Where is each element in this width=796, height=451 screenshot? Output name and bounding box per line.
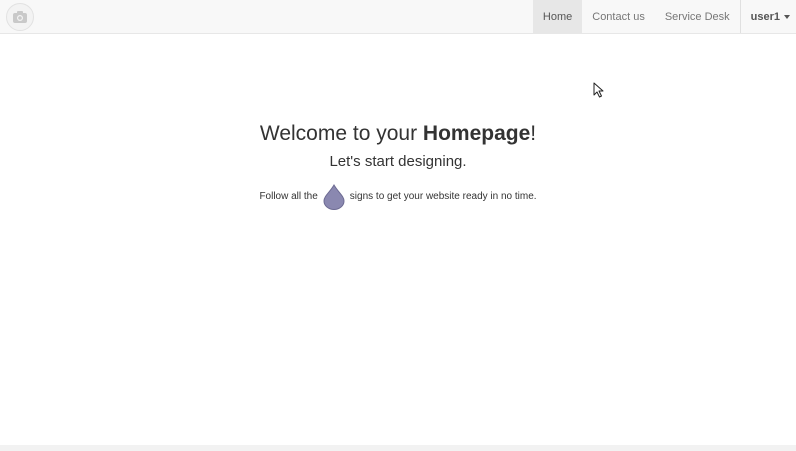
nav-item-contact-us[interactable]: Contact us: [582, 0, 655, 33]
nav-item-home[interactable]: Home: [532, 0, 583, 33]
user-name: user1: [750, 10, 780, 23]
nav-item-label: Contact us: [592, 10, 645, 23]
nav-item-label: Service Desk: [664, 10, 730, 23]
camera-icon: [13, 11, 27, 23]
hint-after: signs to get your website ready in no ti…: [349, 191, 537, 202]
nav-item-label: Home: [542, 10, 573, 23]
main-nav: Home Contact us Service Desk user1: [532, 0, 796, 33]
title-suffix: !: [530, 122, 537, 145]
page-subtitle: Let's start designing.: [329, 153, 467, 170]
hint-before: Follow all the: [259, 191, 318, 202]
mouse-cursor-icon: [593, 82, 605, 103]
droplet-icon: [323, 184, 345, 210]
user-menu-dropdown[interactable]: user1: [739, 0, 796, 33]
welcome-section: Welcome to your Homepage! Let's start de…: [0, 118, 796, 211]
title-prefix: Welcome to your: [259, 122, 423, 145]
footer-strip: [0, 445, 796, 451]
title-bold: Homepage: [422, 122, 531, 145]
hint-text: Follow all the signs to get your website…: [0, 183, 796, 211]
top-navbar: Home Contact us Service Desk user1: [0, 0, 796, 34]
caret-down-icon: [784, 14, 790, 19]
page-title: Welcome to your Homepage!: [0, 118, 796, 150]
nav-item-service-desk[interactable]: Service Desk: [655, 0, 740, 33]
logo[interactable]: [6, 3, 34, 31]
